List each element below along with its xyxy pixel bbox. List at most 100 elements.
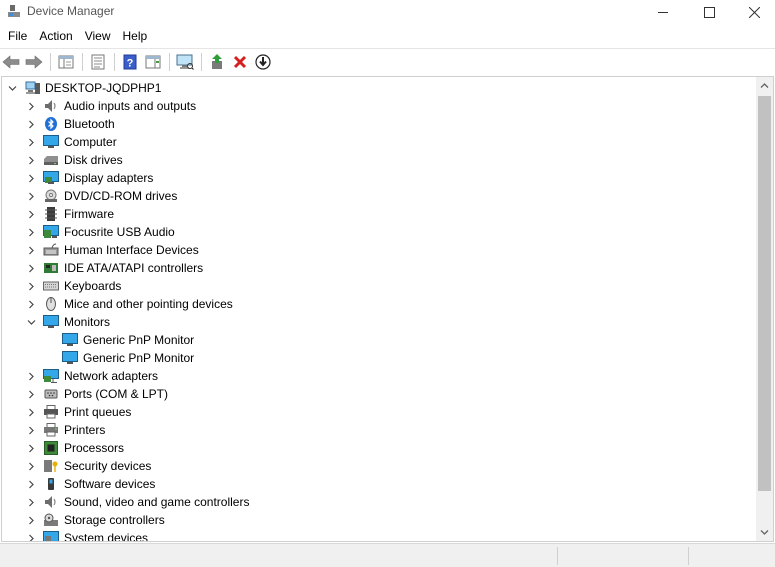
maximize-button[interactable]	[686, 0, 732, 24]
processor-icon	[44, 441, 58, 455]
chevron-right-icon[interactable]	[25, 277, 37, 295]
storage-controller-icon	[44, 513, 58, 526]
chevron-down-icon[interactable]	[25, 313, 37, 331]
chevron-right-icon[interactable]	[25, 421, 37, 439]
chevron-right-icon[interactable]	[25, 493, 37, 511]
title-bar: Device Manager	[0, 0, 775, 24]
device-manager-app-icon	[8, 5, 20, 17]
chevron-right-icon[interactable]	[25, 403, 37, 421]
tree-item-ports-com-lpt[interactable]: Ports (COM & LPT)	[2, 385, 758, 403]
tree-item-label: Focusrite USB Audio	[64, 225, 175, 239]
tree-item-mice-and-other-pointing-devices[interactable]: Mice and other pointing devices	[2, 295, 758, 313]
toolbar-separator	[82, 52, 83, 71]
menu-help[interactable]: Help	[117, 26, 154, 46]
chevron-right-icon[interactable]	[25, 241, 37, 259]
chevron-right-icon[interactable]	[25, 295, 37, 313]
tree-item-label: Generic PnP Monitor	[83, 351, 195, 365]
tree-item-generic-pnp-monitor[interactable]: Generic PnP Monitor	[2, 349, 758, 367]
bluetooth-icon	[45, 117, 57, 131]
scrollbar-thumb[interactable]	[758, 96, 771, 491]
chevron-right-icon[interactable]	[25, 115, 37, 133]
tree-item-generic-pnp-monitor[interactable]: Generic PnP Monitor	[2, 331, 758, 349]
show-hide-console-tree-button[interactable]	[55, 51, 77, 73]
chevron-right-icon[interactable]	[25, 133, 37, 151]
chevron-down-icon[interactable]	[6, 79, 18, 97]
chevron-right-icon[interactable]	[25, 475, 37, 493]
tree-item-disk-drives[interactable]: Disk drives	[2, 151, 758, 169]
tree-item-security-devices[interactable]: Security devices	[2, 457, 758, 475]
status-pane	[557, 547, 687, 565]
vertical-scrollbar[interactable]	[756, 77, 773, 541]
scroll-up-button[interactable]	[756, 77, 773, 94]
tree-item-print-queues[interactable]: Print queues	[2, 403, 758, 421]
tree-item-label: Network adapters	[64, 369, 159, 383]
console-tree-icon	[58, 55, 74, 68]
chevron-right-icon[interactable]	[25, 511, 37, 529]
uninstall-device-button[interactable]	[229, 51, 251, 73]
tree-item-label: Computer	[64, 135, 117, 149]
scroll-down-button[interactable]	[756, 524, 773, 541]
chevron-right-icon[interactable]	[25, 439, 37, 457]
help-button[interactable]: ?	[119, 51, 141, 73]
tree-item-firmware[interactable]: Firmware	[2, 205, 758, 223]
tree-item-keyboards[interactable]: Keyboards	[2, 277, 758, 295]
tree-item-label: Disk drives	[64, 153, 123, 167]
tree-item-processors[interactable]: Processors	[2, 439, 758, 457]
tree-item-label: Security devices	[64, 459, 152, 473]
minimize-icon	[657, 11, 668, 13]
tree-item-audio-inputs-and-outputs[interactable]: Audio inputs and outputs	[2, 97, 758, 115]
tree-item-label: Processors	[64, 441, 125, 455]
chevron-right-icon[interactable]	[25, 367, 37, 385]
close-button[interactable]	[731, 0, 775, 24]
tree-item-ide-ata-atapi-controllers[interactable]: IDE ATA/ATAPI controllers	[2, 259, 758, 277]
status-pane	[688, 547, 774, 565]
menu-file[interactable]: File	[2, 26, 33, 46]
tree-item-printers[interactable]: Printers	[2, 421, 758, 439]
tree-item-bluetooth[interactable]: Bluetooth	[2, 115, 758, 133]
forward-button[interactable]	[23, 51, 45, 73]
arrow-right-icon	[25, 54, 43, 69]
tree-item-storage-controllers[interactable]: Storage controllers	[2, 511, 758, 529]
chevron-right-icon[interactable]	[25, 457, 37, 475]
tree-item-monitors[interactable]: Monitors	[2, 313, 758, 331]
chevron-right-icon[interactable]	[25, 151, 37, 169]
minimize-button[interactable]	[640, 0, 686, 24]
scan-hardware-changes-button[interactable]	[174, 51, 196, 73]
disable-device-button[interactable]	[252, 51, 274, 73]
back-button[interactable]	[0, 51, 22, 73]
mouse-icon	[46, 297, 56, 311]
arrow-left-icon	[2, 54, 20, 69]
chevron-right-icon[interactable]	[25, 205, 37, 223]
display-adapter-icon	[43, 171, 59, 184]
device-tree-panel: DESKTOP-JQDPHP1 Audio inputs and outputs…	[1, 76, 774, 542]
menu-view[interactable]: View	[79, 26, 117, 46]
chevron-right-icon[interactable]	[25, 223, 37, 241]
tree-item-human-interface-devices[interactable]: Human Interface Devices	[2, 241, 758, 259]
chevron-right-icon[interactable]	[25, 169, 37, 187]
dvd-icon	[45, 189, 57, 202]
tree-item-dvd-cd-rom-drives[interactable]: DVD/CD-ROM drives	[2, 187, 758, 205]
tree-item-system-devices[interactable]: System devices	[2, 529, 758, 541]
tree-item-label: IDE ATA/ATAPI controllers	[64, 261, 204, 275]
tree-item-label: Keyboards	[64, 279, 122, 293]
chevron-right-icon[interactable]	[25, 385, 37, 403]
tree-root[interactable]: DESKTOP-JQDPHP1	[2, 79, 758, 97]
show-action-pane-button[interactable]	[142, 51, 164, 73]
printer-icon	[44, 423, 58, 437]
tree-item-focusrite-usb-audio[interactable]: Focusrite USB Audio	[2, 223, 758, 241]
chevron-right-icon[interactable]	[25, 529, 37, 541]
chevron-right-icon[interactable]	[25, 259, 37, 277]
tree-item-label: Mice and other pointing devices	[64, 297, 233, 311]
tree-item-software-devices[interactable]: Software devices	[2, 475, 758, 493]
tree-item-sound-video-and-game-controllers[interactable]: Sound, video and game controllers	[2, 493, 758, 511]
chevron-right-icon[interactable]	[25, 97, 37, 115]
properties-button[interactable]	[87, 51, 109, 73]
tree-item-display-adapters[interactable]: Display adapters	[2, 169, 758, 187]
monitor-icon	[62, 333, 78, 346]
menu-action[interactable]: Action	[33, 26, 78, 46]
ide-controller-icon	[44, 263, 58, 273]
tree-item-computer[interactable]: Computer	[2, 133, 758, 151]
chevron-right-icon[interactable]	[25, 187, 37, 205]
update-driver-button[interactable]	[206, 51, 228, 73]
tree-item-network-adapters[interactable]: Network adapters	[2, 367, 758, 385]
